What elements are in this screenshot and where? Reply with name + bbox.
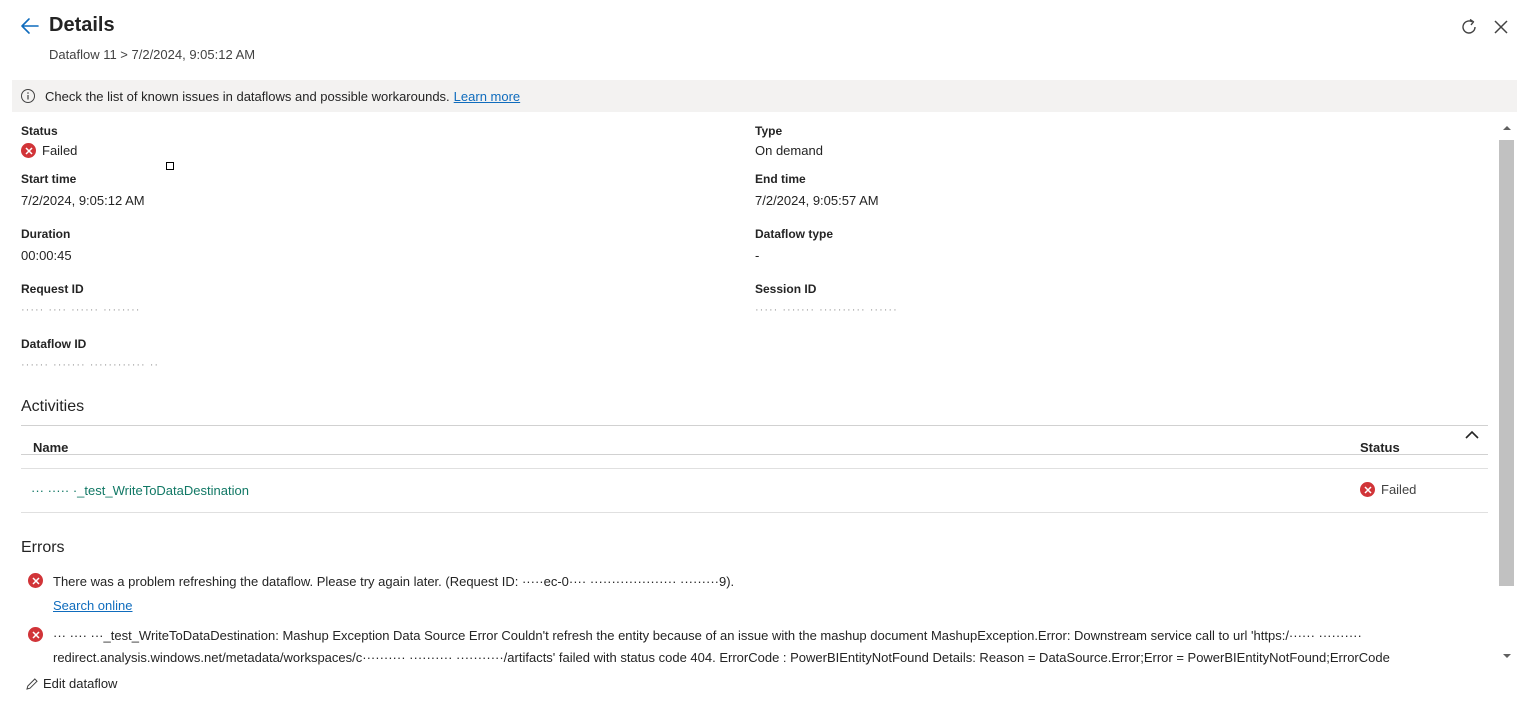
start-time-value: 7/2/2024, 9:05:12 AM	[21, 193, 145, 208]
end-time-value: 7/2/2024, 9:05:57 AM	[755, 193, 879, 208]
status-label: Status	[21, 124, 58, 138]
vertical-scrollbar[interactable]	[1497, 120, 1517, 666]
type-value: On demand	[755, 143, 823, 158]
panel-header: Details Dataflow 11 > 7/2/2024, 9:05:12 …	[0, 0, 1518, 80]
info-icon	[21, 89, 35, 103]
learn-more-link[interactable]: Learn more	[454, 89, 520, 104]
column-header-status[interactable]: Status	[1360, 440, 1400, 455]
back-arrow-icon[interactable]	[18, 14, 42, 38]
error-icon	[28, 573, 43, 588]
details-scroll-area[interactable]: Status Failed Type On demand Start time …	[0, 112, 1497, 668]
session-id-label: Session ID	[755, 282, 817, 296]
pencil-icon	[26, 677, 38, 690]
scroll-up-icon[interactable]	[1501, 122, 1513, 134]
request-id-value: ····· ···· ······ ········	[21, 304, 141, 316]
banner-text: Check the list of known issues in datafl…	[45, 88, 450, 104]
duration-label: Duration	[21, 227, 71, 241]
table-row: ··· ····· ·_test_WriteToDataDestination …	[21, 469, 1488, 513]
info-banner: Check the list of known issues in datafl…	[12, 80, 1517, 112]
errors-heading: Errors	[21, 539, 65, 556]
edit-dataflow-button[interactable]: Edit dataflow	[25, 676, 117, 691]
end-time-label: End time	[755, 172, 806, 186]
chevron-up-icon[interactable]	[1462, 425, 1482, 445]
duration-value: 00:00:45	[21, 248, 72, 263]
refresh-icon[interactable]	[1458, 16, 1480, 38]
cursor-marker	[166, 162, 174, 170]
failed-icon	[1360, 482, 1375, 497]
activity-status: Failed	[1360, 482, 1416, 497]
activity-status-text: Failed	[1381, 482, 1417, 497]
activity-name-link[interactable]: ··· ····· ·_test_WriteToDataDestination	[31, 483, 249, 498]
close-icon[interactable]	[1490, 16, 1512, 38]
dataflow-type-value: -	[755, 248, 760, 263]
error-icon	[28, 627, 43, 642]
error-message: ··· ···· ···_test_WriteToDataDestination…	[53, 628, 1390, 665]
breadcrumb: Dataflow 11 > 7/2/2024, 9:05:12 AM	[49, 47, 256, 62]
scrollbar-thumb[interactable]	[1499, 140, 1514, 586]
failed-icon	[21, 143, 36, 158]
search-online-link[interactable]: Search online	[53, 598, 133, 613]
request-id-label: Request ID	[21, 282, 84, 296]
dataflow-id-label: Dataflow ID	[21, 337, 87, 351]
dataflow-type-label: Dataflow type	[755, 227, 834, 241]
type-label: Type	[755, 124, 783, 138]
status-text: Failed	[42, 143, 78, 158]
error-item: There was a problem refreshing the dataf…	[28, 571, 1463, 593]
status-value: Failed	[21, 143, 77, 158]
start-time-label: Start time	[21, 172, 77, 186]
errors-divider	[21, 454, 1488, 455]
column-header-name[interactable]: Name	[33, 440, 68, 455]
session-id-value: ····· ······· ·········· ······	[755, 304, 898, 316]
edit-dataflow-label: Edit dataflow	[43, 676, 118, 691]
dataflow-id-value: ······ ······· ············ ··	[21, 359, 160, 371]
scroll-down-icon[interactable]	[1501, 650, 1513, 662]
error-item: ··· ···· ···_test_WriteToDataDestination…	[28, 625, 1463, 668]
page-title: Details	[49, 14, 115, 36]
panel-footer: Edit dataflow	[0, 668, 1518, 718]
activities-table: Name Status ··· ····· ·_test_WriteToData…	[21, 425, 1488, 513]
activities-heading: Activities	[21, 398, 85, 415]
error-message: There was a problem refreshing the dataf…	[53, 574, 735, 589]
activities-table-header: Name Status	[21, 425, 1488, 469]
